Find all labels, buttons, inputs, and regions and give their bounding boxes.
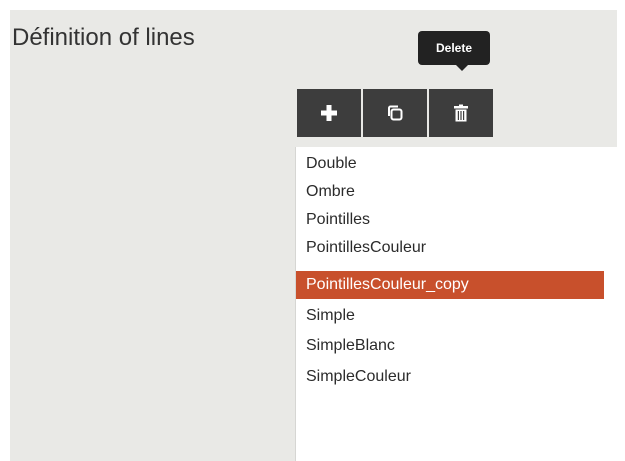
- list-item[interactable]: SimpleBlanc: [296, 332, 604, 360]
- list-item-selected[interactable]: PointillesCouleur_copy: [296, 271, 604, 299]
- list-item[interactable]: Double: [296, 150, 604, 178]
- copy-button[interactable]: [363, 89, 427, 137]
- list-item[interactable]: Pointilles: [296, 206, 604, 234]
- trash-icon: [452, 104, 470, 122]
- line-definitions-list[interactable]: Double Ombre Pointilles PointillesCouleu…: [295, 147, 620, 461]
- add-button[interactable]: [297, 89, 361, 137]
- section-title: Définition of lines: [12, 24, 195, 51]
- list-toolbar: [297, 89, 493, 137]
- list-item[interactable]: Ombre: [296, 178, 604, 206]
- delete-tooltip: Delete: [418, 31, 490, 65]
- tooltip-arrow: [456, 65, 468, 71]
- list-item[interactable]: PointillesCouleur: [296, 234, 604, 262]
- plus-icon: [320, 104, 338, 122]
- delete-button[interactable]: [429, 89, 493, 137]
- list-item[interactable]: Simple: [296, 302, 604, 330]
- list-item[interactable]: SimpleCouleur: [296, 363, 604, 391]
- copy-icon: [386, 104, 404, 122]
